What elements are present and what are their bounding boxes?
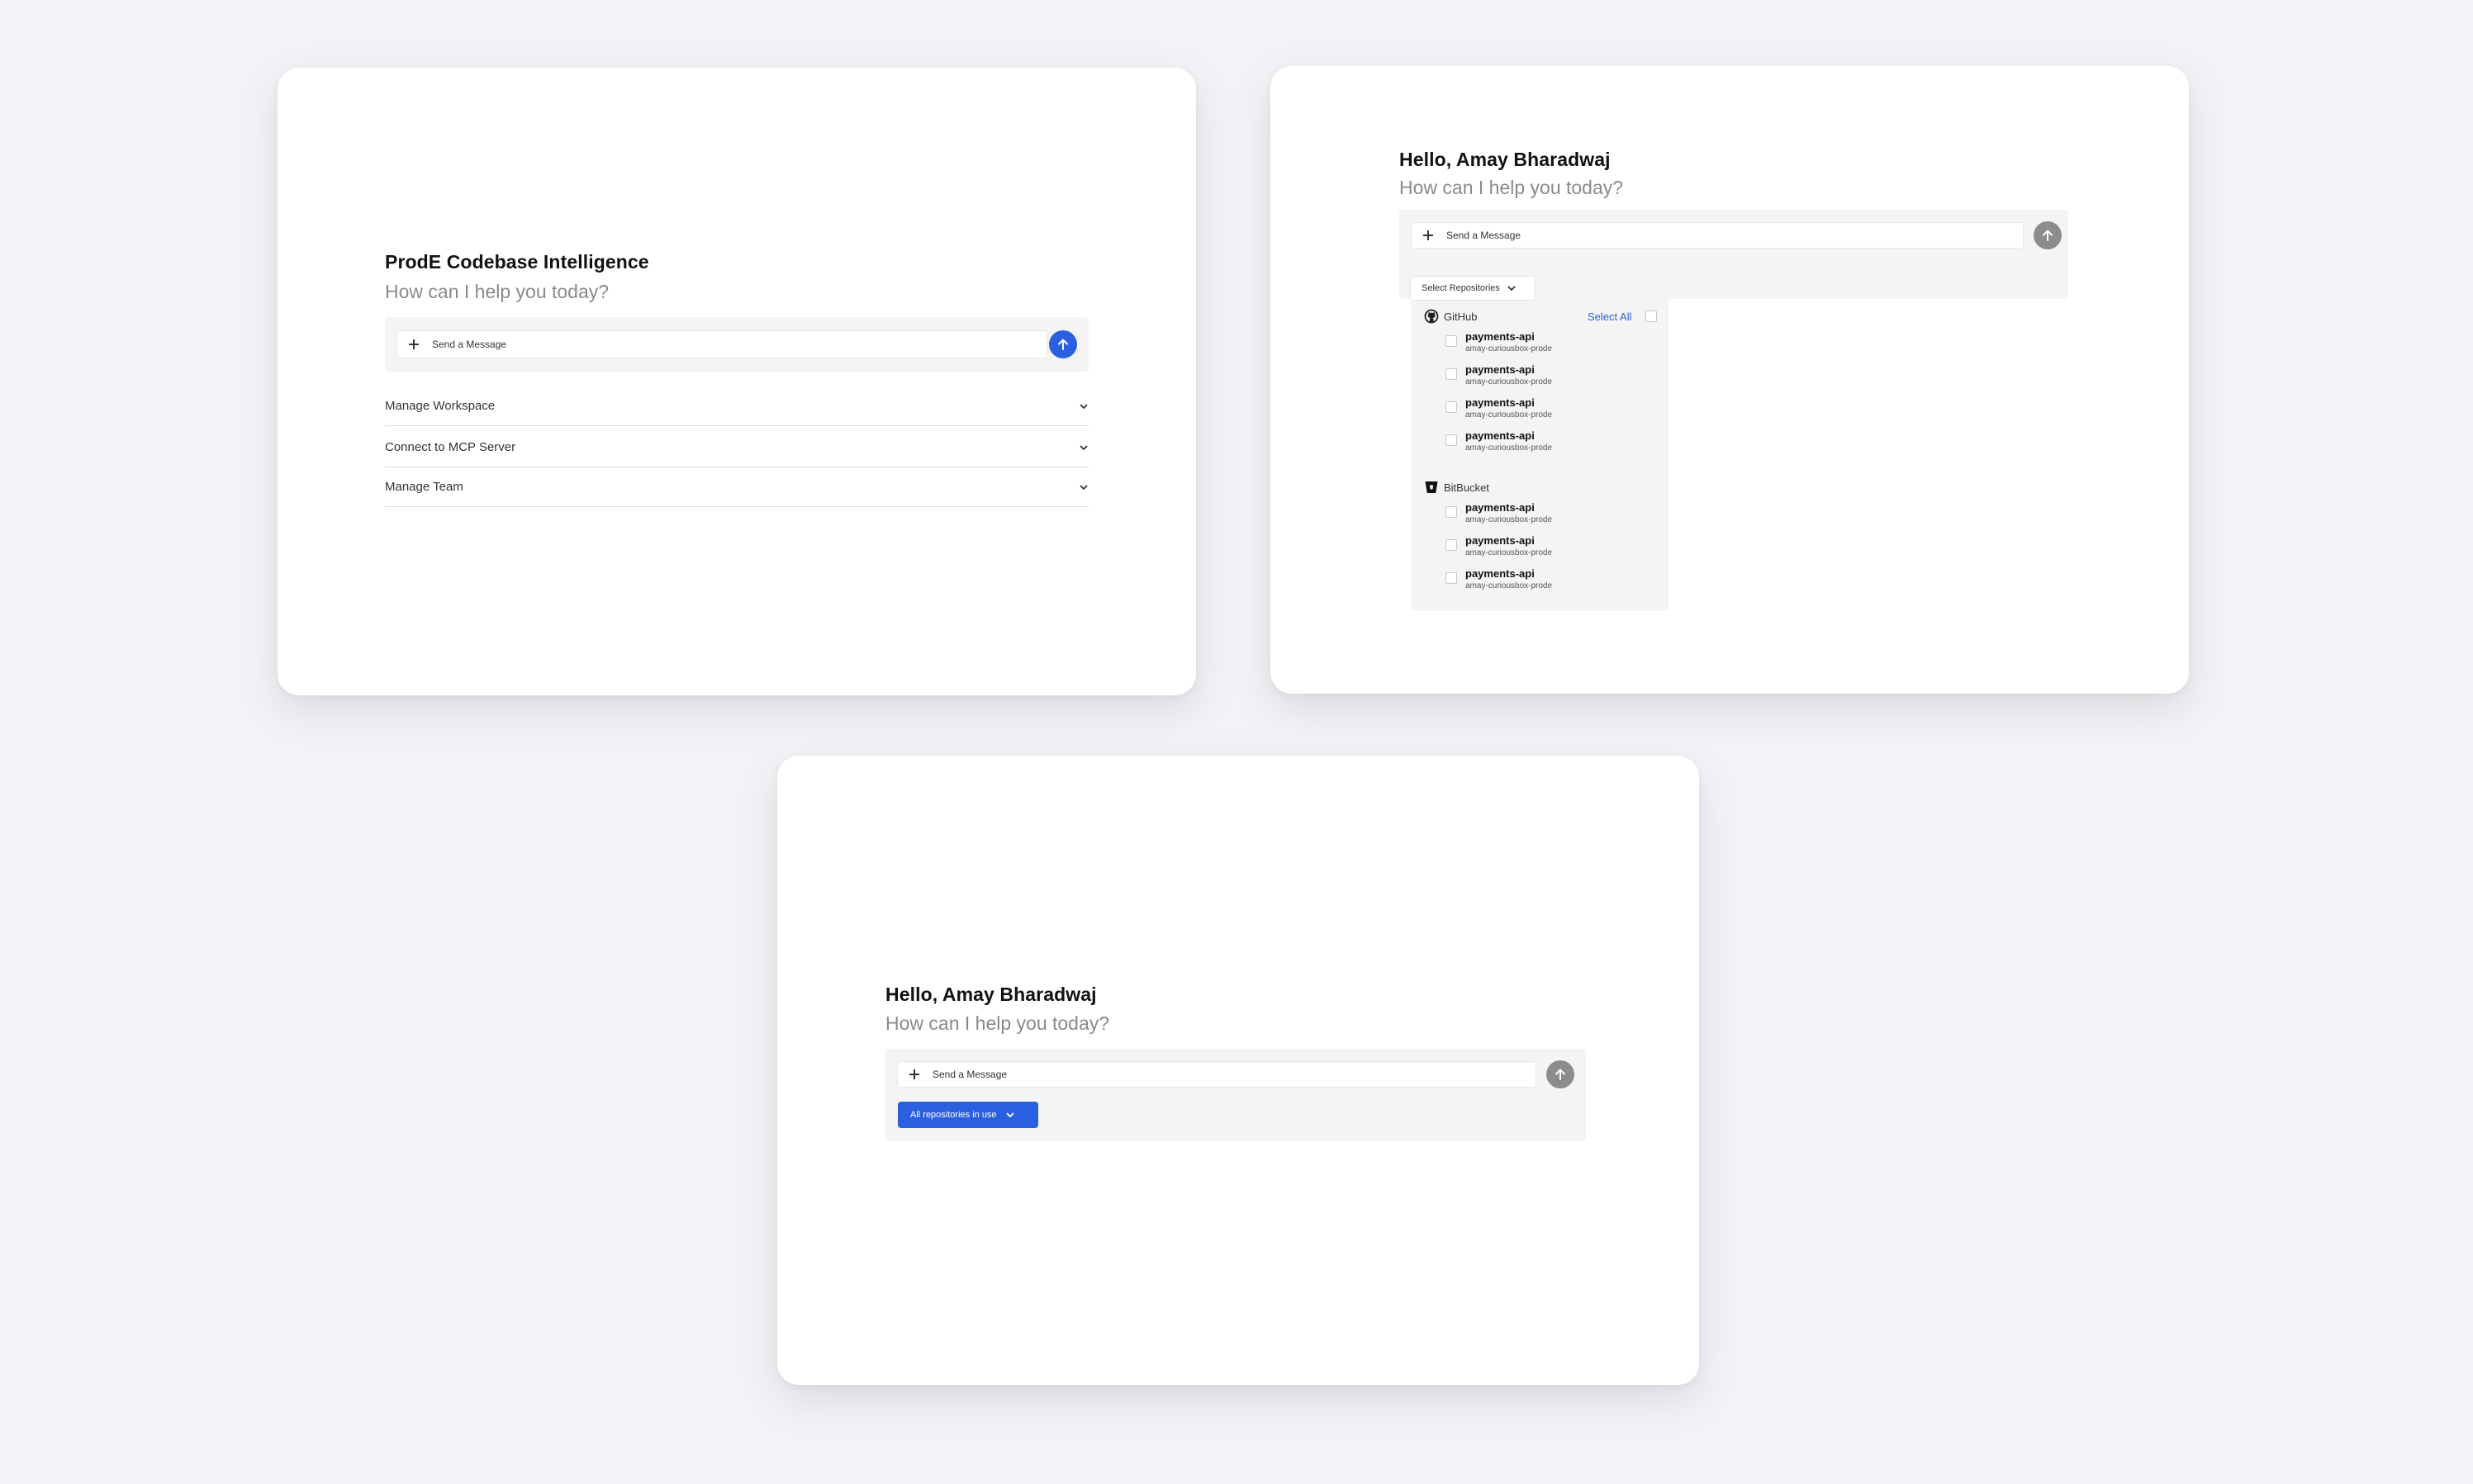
all-repositories-button[interactable]: All repositories in use xyxy=(898,1102,1038,1128)
select-all-link[interactable]: Select All xyxy=(1588,311,1631,323)
message-placeholder: Send a Message xyxy=(933,1069,1008,1080)
greeting-subtitle: How can I help you today? xyxy=(885,1012,1110,1034)
accordion-label: Manage Workspace xyxy=(385,399,496,413)
select-repositories-button[interactable]: Select Repositories xyxy=(1410,276,1536,301)
chevron-down-icon xyxy=(1079,443,1089,453)
github-icon xyxy=(1424,309,1439,324)
repo-name[interactable]: payments-api xyxy=(1465,330,1535,343)
arrow-up-icon xyxy=(1555,1069,1565,1080)
plus-icon[interactable] xyxy=(909,1069,919,1079)
message-input[interactable]: Send a Message xyxy=(1411,222,2024,249)
chevron-down-icon xyxy=(1079,482,1089,492)
provider-label: BitBucket xyxy=(1444,481,1489,494)
repo-name[interactable]: payments-api xyxy=(1465,567,1535,580)
repo-owner: amay-curiousbox-prode xyxy=(1465,515,1553,524)
page-title: ProdE Codebase Intelligence xyxy=(385,251,649,273)
accordion-manage-team[interactable]: Manage Team xyxy=(385,467,1089,507)
message-placeholder: Send a Message xyxy=(1446,230,1521,241)
send-button[interactable] xyxy=(2034,221,2062,249)
repo-owner: amay-curiousbox-prode xyxy=(1465,410,1553,420)
page-subtitle: How can I help you today? xyxy=(385,281,610,302)
repo-checkbox[interactable] xyxy=(1445,368,1457,380)
accordion-label: Connect to MCP Server xyxy=(385,440,516,454)
arrow-up-icon xyxy=(2043,230,2053,241)
accordion-connect-mcp-server[interactable]: Connect to MCP Server xyxy=(385,428,1089,467)
repo-checkbox[interactable] xyxy=(1445,539,1457,551)
chevron-down-icon xyxy=(1005,1110,1015,1120)
accordion-label: Manage Team xyxy=(385,480,463,494)
greeting-subtitle: How can I help you today? xyxy=(1399,177,1624,198)
chevron-down-icon xyxy=(1507,283,1517,293)
message-composer: Send a Message xyxy=(385,317,1089,372)
repo-checkbox[interactable] xyxy=(1445,401,1457,413)
select-repositories-label: Select Repositories xyxy=(1422,283,1500,293)
plus-icon[interactable] xyxy=(1423,230,1433,240)
repo-name[interactable]: payments-api xyxy=(1465,501,1535,514)
greeting-title: Hello, Amay Bharadwaj xyxy=(885,984,1097,1005)
repo-name[interactable]: payments-api xyxy=(1465,534,1535,547)
repo-checkbox[interactable] xyxy=(1445,572,1457,584)
greeting-title: Hello, Amay Bharadwaj xyxy=(1399,149,1611,170)
select-all-checkbox[interactable] xyxy=(1645,311,1657,322)
codebase-intelligence-card: ProdE Codebase Intelligence How can I he… xyxy=(278,68,1196,695)
accordion-manage-workspace[interactable]: Manage Workspace xyxy=(385,386,1089,426)
repo-name[interactable]: payments-api xyxy=(1465,396,1535,409)
repo-checkbox[interactable] xyxy=(1445,434,1457,446)
arrow-up-icon xyxy=(1058,339,1068,350)
repositories-dropdown: Select Repositories GitHub Select All pa… xyxy=(1410,276,1668,611)
plus-icon[interactable] xyxy=(409,339,419,349)
all-repositories-label: All repositories in use xyxy=(910,1110,997,1120)
send-button[interactable] xyxy=(1546,1060,1574,1088)
repo-name[interactable]: payments-api xyxy=(1465,363,1535,376)
message-input[interactable]: Send a Message xyxy=(897,1061,1536,1088)
repo-owner: amay-curiousbox-prode xyxy=(1465,548,1553,557)
repository-select-card: Hello, Amay Bharadwaj How can I help you… xyxy=(1270,66,2189,694)
repo-owner: amay-curiousbox-prode xyxy=(1465,443,1553,453)
all-repositories-card: Hello, Amay Bharadwaj How can I help you… xyxy=(777,756,1699,1385)
repo-owner: amay-curiousbox-prode xyxy=(1465,377,1553,386)
repo-checkbox[interactable] xyxy=(1445,506,1457,518)
repo-checkbox[interactable] xyxy=(1445,335,1457,347)
bitbucket-icon xyxy=(1425,481,1438,493)
provider-github: GitHub xyxy=(1424,309,1477,324)
repo-name[interactable]: payments-api xyxy=(1465,429,1535,442)
repo-owner: amay-curiousbox-prode xyxy=(1465,581,1553,590)
send-button[interactable] xyxy=(1049,330,1077,358)
provider-bitbucket: BitBucket xyxy=(1424,480,1489,495)
message-input[interactable]: Send a Message xyxy=(396,330,1047,358)
repo-owner: amay-curiousbox-prode xyxy=(1465,344,1553,353)
message-placeholder: Send a Message xyxy=(432,339,507,350)
provider-label: GitHub xyxy=(1444,310,1478,323)
chevron-down-icon xyxy=(1079,401,1089,411)
message-composer: Send a Message All repositories in use xyxy=(885,1049,1586,1141)
